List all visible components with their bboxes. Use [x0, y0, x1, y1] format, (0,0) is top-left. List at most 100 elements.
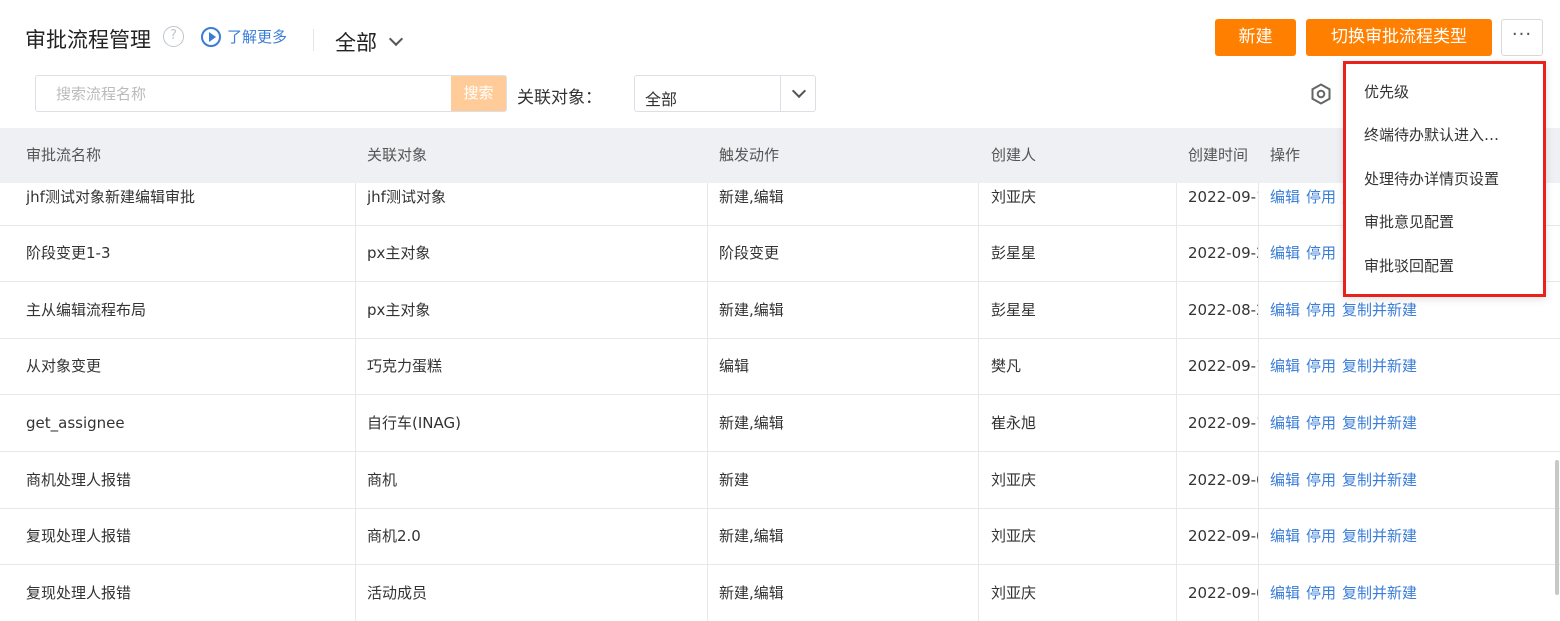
copy-and-new-link[interactable]: 复制并新建	[1342, 471, 1417, 489]
column-divider	[978, 565, 979, 621]
table-row: 从对象变更 巧克力蛋糕 编辑 樊凡 2022-09-1 编辑 停用 复制并新建	[0, 338, 1560, 395]
search-box: 搜索	[35, 75, 507, 112]
column-divider	[1258, 225, 1259, 282]
table-row: 阶段变更1-3px主对象阶段变更彭星星2022-09-2编辑停用复制并新建	[0, 225, 1560, 282]
table-row: 复现处理人报错 商机2.0 新建,编辑 刘亚庆 2022-09-0 编辑 停用 复制并新建	[0, 508, 1560, 565]
cell-creator: 崔永旭	[991, 414, 1037, 432]
edit-link[interactable]: 编辑	[1270, 527, 1300, 545]
disable-link[interactable]: 停用	[1306, 414, 1336, 432]
cell-time: 2022-09-0	[1188, 527, 1258, 545]
cell-name: 商机处理人报错	[26, 471, 132, 489]
copy-and-new-link[interactable]: 复制并新建	[1342, 301, 1417, 319]
column-header-name: 审批流名称	[26, 146, 102, 164]
cell-name: 主从编辑流程布局	[26, 301, 147, 319]
edit-link[interactable]: 编辑	[1270, 244, 1300, 262]
disable-link[interactable]: 停用	[1306, 244, 1336, 262]
column-divider	[1258, 508, 1259, 565]
table-row: 商机处理人报错 商机 新建 刘亚庆 2022-09-0 编辑 停用 复制并新建	[0, 452, 1560, 509]
column-header-time: 创建时间	[1188, 146, 1249, 164]
cell-actions: 编辑停用复制并新建	[1270, 395, 1555, 452]
scrollbar[interactable]	[1555, 460, 1559, 595]
column-divider	[978, 282, 979, 339]
cell-actions: 编辑停用复制并新建	[1270, 565, 1555, 621]
copy-and-new-link[interactable]: 复制并新建	[1342, 414, 1417, 432]
cell-object: 巧克力蛋糕	[367, 357, 443, 375]
edit-link[interactable]: 编辑	[1270, 584, 1300, 602]
related-object-select[interactable]: 全部	[634, 75, 816, 112]
menu-item-todo-detail-settings[interactable]: 处理待办详情页设置	[1364, 168, 1499, 189]
chevron-down-icon[interactable]	[780, 76, 816, 111]
help-icon[interactable]: ?	[163, 26, 184, 47]
copy-and-new-link[interactable]: 复制并新建	[1342, 527, 1417, 545]
disable-link[interactable]: 停用	[1306, 301, 1336, 319]
menu-item-reject-config[interactable]: 审批驳回配置	[1364, 255, 1454, 276]
cell-trigger: 新建,编辑	[719, 584, 784, 602]
edit-link[interactable]: 编辑	[1270, 301, 1300, 319]
cell-creator: 刘亚庆	[991, 471, 1037, 489]
cell-trigger: 新建	[719, 471, 750, 489]
disable-link[interactable]: 停用	[1306, 188, 1336, 206]
cell-object: 自行车(INAG)	[367, 414, 461, 432]
column-divider	[707, 565, 708, 621]
column-divider	[1176, 565, 1177, 621]
edit-link[interactable]: 编辑	[1270, 471, 1300, 489]
settings-icon[interactable]	[1309, 82, 1333, 106]
column-divider	[1176, 225, 1177, 282]
more-button[interactable]: ···	[1501, 19, 1543, 56]
disable-link[interactable]: 停用	[1306, 527, 1336, 545]
disable-link[interactable]: 停用	[1306, 584, 1336, 602]
menu-item-priority[interactable]: 优先级	[1364, 81, 1409, 102]
cell-creator: 刘亚庆	[991, 188, 1037, 206]
cell-creator: 刘亚庆	[991, 527, 1037, 545]
column-divider	[707, 183, 708, 226]
cell-name: 从对象变更	[26, 357, 102, 375]
table-row: jhf测试对象新建编辑审批 jhf测试对象 新建,编辑 刘亚庆 2022-09-1 编辑停…	[0, 183, 1560, 226]
cell-object: 活动成员	[367, 584, 428, 602]
cell-time: 2022-09-1	[1188, 414, 1258, 432]
cell-time: 2022-09-0	[1188, 471, 1258, 489]
column-divider	[1176, 395, 1177, 452]
scope-filter[interactable]: 全部	[335, 27, 404, 57]
search-input[interactable]	[36, 76, 453, 111]
column-divider	[1258, 565, 1259, 621]
column-divider	[1258, 282, 1259, 339]
cell-actions: 编辑停用复制并新建	[1270, 338, 1555, 395]
cell-creator: 刘亚庆	[991, 584, 1037, 602]
copy-and-new-link[interactable]: 复制并新建	[1342, 357, 1417, 375]
column-divider	[707, 338, 708, 395]
column-divider	[1258, 183, 1259, 226]
cell-object: 商机2.0	[367, 527, 421, 545]
menu-item-opinion-config[interactable]: 审批意见配置	[1364, 211, 1454, 232]
cell-trigger: 新建,编辑	[719, 301, 784, 319]
cell-creator: 樊凡	[991, 357, 1022, 375]
column-divider	[707, 225, 708, 282]
column-divider	[1176, 338, 1177, 395]
cell-trigger: 新建,编辑	[719, 414, 784, 432]
menu-item-terminal-todo-default[interactable]: 终端待办默认进入…	[1364, 124, 1499, 145]
switch-type-button[interactable]: 切换审批流程类型	[1306, 19, 1492, 56]
cell-time: 2022-09-1	[1188, 357, 1258, 375]
copy-and-new-link[interactable]: 复制并新建	[1342, 584, 1417, 602]
cell-trigger: 编辑	[719, 357, 750, 375]
table-header: 审批流名称 关联对象 触发动作 创建人 创建时间 操作	[0, 128, 1560, 183]
cell-object: jhf测试对象	[367, 188, 446, 206]
search-button[interactable]: 搜索	[451, 76, 506, 111]
disable-link[interactable]: 停用	[1306, 471, 1336, 489]
cell-name: jhf测试对象新建编辑审批	[26, 188, 195, 206]
column-divider	[707, 508, 708, 565]
learn-more-label: 了解更多	[227, 28, 288, 46]
column-divider	[1176, 183, 1177, 226]
new-button[interactable]: 新建	[1215, 19, 1296, 56]
cell-actions: 编辑停用复制并新建	[1270, 452, 1555, 509]
disable-link[interactable]: 停用	[1306, 357, 1336, 375]
edit-link[interactable]: 编辑	[1270, 414, 1300, 432]
table-body: jhf测试对象新建编辑审批 jhf测试对象 新建,编辑 刘亚庆 2022-09-1 编辑停…	[0, 183, 1560, 621]
page-title: 审批流程管理	[25, 28, 151, 52]
related-object-label: 关联对象：	[517, 88, 602, 108]
cell-trigger: 新建,编辑	[719, 527, 784, 545]
learn-more-link[interactable]: 了解更多	[201, 26, 287, 47]
cell-actions: 编辑停用复制并新建	[1270, 508, 1555, 565]
edit-link[interactable]: 编辑	[1270, 357, 1300, 375]
edit-link[interactable]: 编辑	[1270, 188, 1300, 206]
column-header-object: 关联对象	[367, 146, 428, 164]
